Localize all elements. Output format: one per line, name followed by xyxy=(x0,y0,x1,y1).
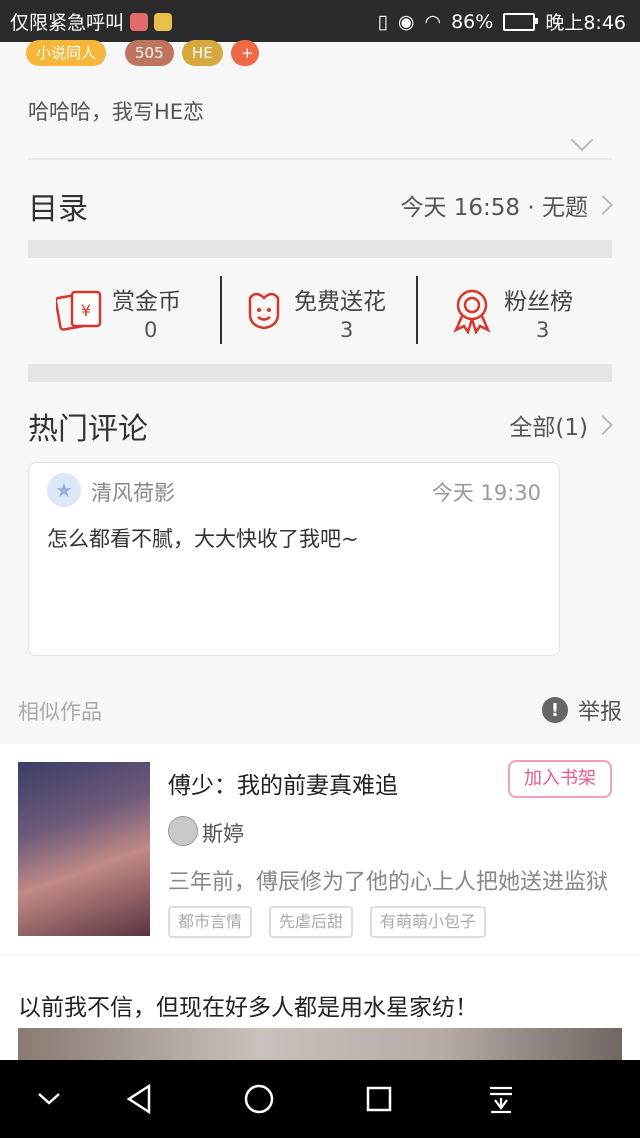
all-comments-text: 全部(1) xyxy=(509,415,588,441)
comment-card[interactable]: ★ 清风荷影 今天 19:30 怎么都看不腻，大大快收了我吧~ xyxy=(28,462,560,656)
system-nav-bar xyxy=(0,1060,640,1138)
reward-value: 0 xyxy=(144,318,158,342)
back-triangle-icon[interactable] xyxy=(122,1082,156,1116)
red-envelope-icon[interactable]: ¥ xyxy=(54,288,104,336)
flower-value: 3 xyxy=(340,318,354,342)
vibrate-icon: ▯ xyxy=(377,10,388,33)
book-tag[interactable]: 先虐后甜 xyxy=(269,906,354,938)
add-tag-button[interactable]: + xyxy=(231,40,259,66)
medal-icon[interactable] xyxy=(452,288,492,338)
book-summary: 三年前，傅辰修为了他的心上人把她送进监狱 xyxy=(168,870,609,895)
divider xyxy=(28,158,612,160)
avatar[interactable]: ★ xyxy=(47,473,81,507)
flower-icon[interactable] xyxy=(242,288,286,336)
chevron-right-icon xyxy=(593,195,613,215)
book-tag[interactable]: 都市言情 xyxy=(168,906,253,938)
flower-label[interactable]: 免费送花 xyxy=(294,282,386,316)
warning-icon: ! xyxy=(541,697,568,723)
status-right: ▯ ◉ ◠ 86% 晚上8:46 xyxy=(377,8,626,35)
eye-icon: ◉ xyxy=(397,10,415,33)
ad-title[interactable]: 以前我不信，但现在好多人都是用水星家纺！ xyxy=(18,988,478,1022)
all-comments-link[interactable]: 全部(1) xyxy=(509,408,613,442)
svg-text:¥: ¥ xyxy=(81,301,91,320)
stat-divider xyxy=(220,276,222,344)
ad-card[interactable]: 以前我不信，但现在好多人都是用水星家纺！ xyxy=(0,956,640,1068)
book-card[interactable]: 傅少：我的前妻真难追 加入书架 斯婷 三年前，傅辰修为了他的心上人把她送进监狱 … xyxy=(0,744,640,954)
comment-user[interactable]: 清风荷影 xyxy=(91,477,175,507)
book-tag[interactable]: 有萌萌小包子 xyxy=(370,906,487,938)
section-spacer-2 xyxy=(28,364,612,382)
catalog-latest-text: 今天 16:58 · 无题 xyxy=(400,195,588,221)
stat-divider-2 xyxy=(416,276,418,344)
battery-icon xyxy=(503,12,539,31)
comment-text: 怎么都看不腻，大大快收了我吧~ xyxy=(47,527,359,551)
collapse-chevron-icon[interactable] xyxy=(32,1082,66,1116)
author-avatar xyxy=(168,816,198,846)
comment-time: 今天 19:30 xyxy=(431,481,541,505)
book-title[interactable]: 傅少：我的前妻真难追 xyxy=(168,766,398,800)
book-cover[interactable] xyxy=(18,762,150,936)
report-label: 举报 xyxy=(577,700,622,725)
app-notification-icon xyxy=(130,12,149,31)
fans-value: 3 xyxy=(536,318,550,342)
catalog-latest[interactable]: 今天 16:58 · 无题 xyxy=(400,188,613,222)
battery-percent: 86% xyxy=(451,10,494,33)
home-circle-icon[interactable] xyxy=(242,1082,276,1116)
catalog-title[interactable]: 目录 xyxy=(28,184,88,228)
section-spacer xyxy=(28,240,612,258)
reward-label[interactable]: 赏金币 xyxy=(112,282,181,316)
recents-square-icon[interactable] xyxy=(362,1082,396,1116)
similar-works-label: 相似作品 xyxy=(18,700,102,724)
carrier-text: 仅限紧急呼叫 xyxy=(10,12,125,34)
add-to-shelf-button[interactable]: 加入书架 xyxy=(508,760,612,798)
fans-label[interactable]: 粉丝榜 xyxy=(504,282,573,316)
tag-he[interactable]: HE xyxy=(182,40,223,66)
tag-category[interactable]: 小说同人 xyxy=(26,40,107,66)
chevron-right-icon xyxy=(593,415,613,435)
wifi-icon: ◠ xyxy=(424,10,442,33)
status-left: 仅限紧急呼叫 xyxy=(10,8,173,35)
hot-comments-title: 热门评论 xyxy=(28,412,148,447)
status-bar: 仅限紧急呼叫 ▯ ◉ ◠ 86% 晚上8:46 xyxy=(0,0,640,42)
clock: 晚上8:46 xyxy=(545,12,626,34)
book-description: 哈哈哈，我写HE恋 xyxy=(28,100,205,124)
author-name[interactable]: 斯婷 xyxy=(202,818,244,848)
app-notification-icon-2 xyxy=(154,12,173,31)
notification-pulldown-icon[interactable] xyxy=(484,1082,518,1116)
report-button[interactable]: ! 举报 xyxy=(541,694,622,726)
chevron-down-icon[interactable] xyxy=(570,128,594,152)
tag-count[interactable]: 505 xyxy=(125,40,174,66)
